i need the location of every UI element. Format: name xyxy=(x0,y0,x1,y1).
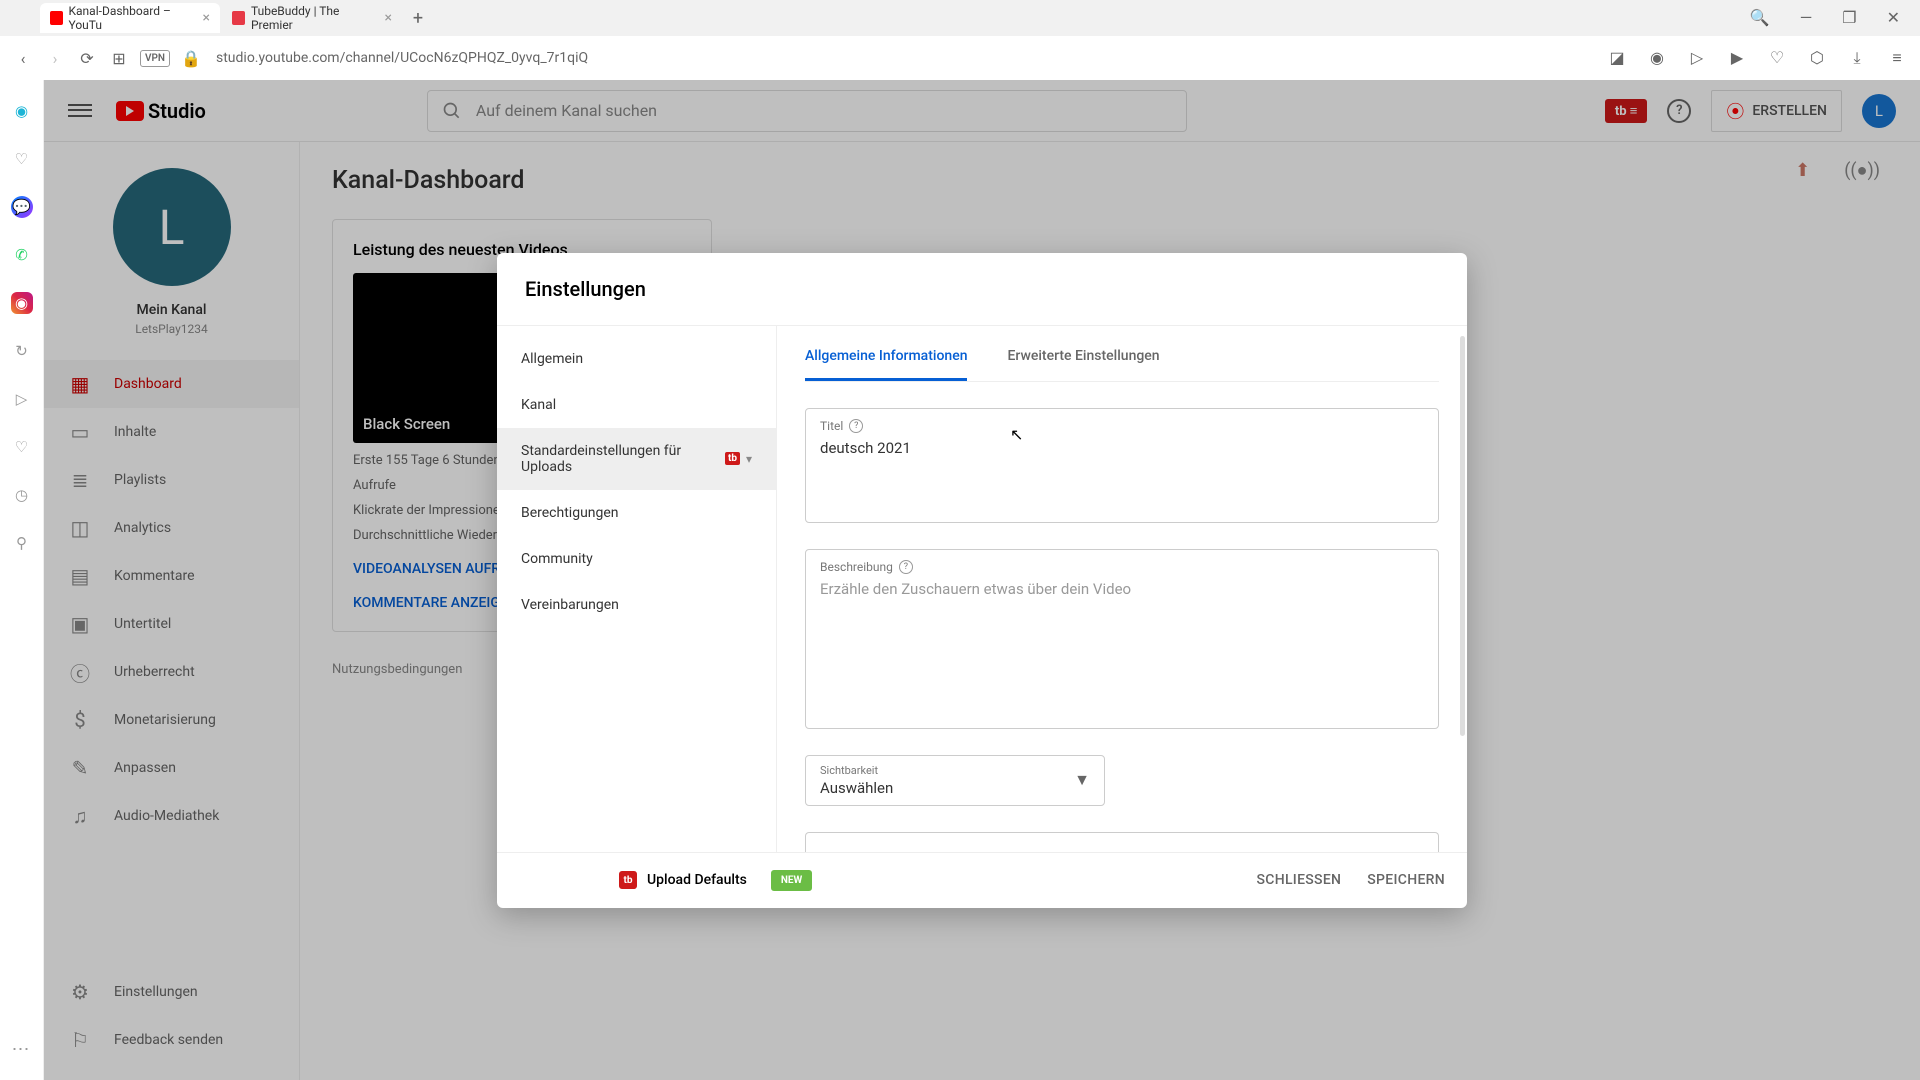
youtube-favicon-icon xyxy=(50,11,63,25)
upload-defaults-label[interactable]: Upload Defaults xyxy=(647,872,747,888)
dropdown-caret-icon: ▼ xyxy=(1074,770,1090,790)
modal-side-channel[interactable]: Kanal xyxy=(497,382,776,428)
modal-side-label: Berechtigungen xyxy=(521,505,619,521)
easy-setup-icon[interactable]: ≡ xyxy=(1886,48,1908,68)
tab-label: TubeBuddy | The Premier xyxy=(251,4,375,32)
browser-tab-youtube[interactable]: Kanal-Dashboard – YouTu × xyxy=(40,3,220,33)
help-tooltip-icon[interactable]: ? xyxy=(849,419,863,433)
browser-tab-tubebuddy[interactable]: TubeBuddy | The Premier × xyxy=(222,3,402,33)
chevron-down-icon: ▾ xyxy=(746,452,752,466)
title-input[interactable] xyxy=(820,439,1424,457)
tab-close-icon[interactable]: × xyxy=(385,10,392,26)
modal-side-general[interactable]: Allgemein xyxy=(497,336,776,382)
modal-side-label: Allgemein xyxy=(521,351,583,367)
bookmark-sidebar-icon[interactable]: ♡ xyxy=(11,148,33,170)
new-badge: NEW xyxy=(771,870,812,891)
maximize-icon[interactable]: ❐ xyxy=(1842,8,1856,27)
close-button[interactable]: SCHLIESSEN xyxy=(1257,872,1342,888)
search-app-icon[interactable]: 🔍 xyxy=(1750,8,1770,27)
visibility-select[interactable]: Sichtbarkeit Auswählen ▼ xyxy=(805,755,1105,806)
player-sidebar-icon[interactable]: ▷ xyxy=(11,388,33,410)
tab-advanced[interactable]: Erweiterte Einstellungen xyxy=(1007,326,1159,381)
save-button[interactable]: SPEICHERN xyxy=(1367,872,1445,888)
settings-modal: Einstellungen Allgemein Kanal Standardei… xyxy=(497,253,1467,908)
opera-app1-icon[interactable]: ◉ xyxy=(11,100,33,122)
back-icon[interactable]: ‹ xyxy=(12,49,34,68)
screenshot-icon[interactable]: ◉ xyxy=(1646,48,1668,68)
visibility-value: Auswählen xyxy=(820,779,893,797)
help-tooltip-icon[interactable]: ? xyxy=(899,560,913,574)
tubebuddy-mini-icon: tb xyxy=(725,452,740,465)
address-bar: ‹ › ⟳ ⊞ VPN 🔒 studio.youtube.com/channel… xyxy=(0,36,1920,80)
modal-side-label: Standardeinstellungen für Uploads xyxy=(521,443,725,475)
download-icon[interactable]: ⤓ xyxy=(1846,48,1868,68)
youtube-studio: Studio Auf deinem Kanal suchen tb ≡ ? ⦿ … xyxy=(44,80,1920,1080)
browser-chrome: 🔍 — ❐ ✕ Kanal-Dashboard – YouTu × TubeBu… xyxy=(0,0,1920,81)
minimize-icon[interactable]: — xyxy=(1800,8,1813,27)
modal-sidebar: Allgemein Kanal Standardeinstellungen fü… xyxy=(497,326,777,852)
modal-tabs: Allgemeine Informationen Erweiterte Eins… xyxy=(805,326,1439,382)
modal-side-label: Community xyxy=(521,551,593,567)
modal-side-agreements[interactable]: Vereinbarungen xyxy=(497,582,776,628)
heart-sidebar-icon[interactable]: ♡ xyxy=(11,436,33,458)
close-window-icon[interactable]: ✕ xyxy=(1887,8,1900,27)
title-label: Titel xyxy=(820,419,843,433)
modal-side-permissions[interactable]: Berechtigungen xyxy=(497,490,776,536)
scrollbar[interactable] xyxy=(1460,336,1465,736)
forward-icon[interactable]: › xyxy=(44,49,66,68)
instagram-icon[interactable]: ◉ xyxy=(11,292,33,314)
whatsapp-icon[interactable]: ✆ xyxy=(11,244,33,266)
tab-basic-info[interactable]: Allgemeine Informationen xyxy=(805,326,967,381)
reload-icon[interactable]: ⟳ xyxy=(76,49,98,68)
sidebar-more-icon[interactable]: ⋯ xyxy=(12,1039,32,1060)
modal-side-community[interactable]: Community xyxy=(497,536,776,582)
modal-overlay: Einstellungen Allgemein Kanal Standardei… xyxy=(44,80,1920,1080)
window-controls: 🔍 — ❐ ✕ xyxy=(1730,0,1920,35)
modal-side-label: Vereinbarungen xyxy=(521,597,619,613)
speed-dial-icon[interactable]: ⊞ xyxy=(108,49,130,68)
new-tab-button[interactable]: + xyxy=(404,4,432,32)
cube-icon[interactable]: ⬡ xyxy=(1806,48,1828,68)
browser-tab-bar: Kanal-Dashboard – YouTu × TubeBuddy | Th… xyxy=(0,0,1920,36)
pinboards-icon[interactable]: ⚲ xyxy=(11,532,33,554)
ext3-icon[interactable]: ▶ xyxy=(1726,48,1748,68)
tab-close-icon[interactable]: × xyxy=(203,10,210,26)
url-text[interactable]: studio.youtube.com/channel/UCocN6zQPHQZ_… xyxy=(216,50,1592,66)
modal-side-label: Kanal xyxy=(521,397,556,413)
clock-sidebar-icon[interactable]: ◷ xyxy=(11,484,33,506)
description-field[interactable]: Beschreibung ? xyxy=(805,549,1439,729)
opera-sidebar: ◉ ♡ 💬 ✆ ◉ ↻ ▷ ♡ ◷ ⚲ ⋯ xyxy=(0,80,44,1080)
next-field-peek xyxy=(805,832,1439,852)
desc-label: Beschreibung xyxy=(820,560,893,574)
heart-icon[interactable]: ♡ xyxy=(1766,48,1788,68)
modal-title: Einstellungen xyxy=(497,253,1467,326)
vpn-badge[interactable]: VPN xyxy=(140,50,170,67)
ext2-icon[interactable]: ▷ xyxy=(1686,48,1708,68)
title-field[interactable]: Titel ? xyxy=(805,408,1439,523)
modal-side-uploads[interactable]: Standardeinstellungen für Uploads tb ▾ xyxy=(497,428,776,490)
history-sidebar-icon[interactable]: ↻ xyxy=(11,340,33,362)
tab-label: Kanal-Dashboard – YouTu xyxy=(69,4,193,32)
messenger-icon[interactable]: 💬 xyxy=(11,196,33,218)
modal-main: Allgemeine Informationen Erweiterte Eins… xyxy=(777,326,1467,852)
lock-icon[interactable]: 🔒 xyxy=(180,49,202,68)
description-input[interactable] xyxy=(820,580,1424,688)
modal-footer: tb Upload Defaults NEW SCHLIESSEN SPEICH… xyxy=(497,852,1467,908)
tubebuddy-favicon-icon xyxy=(232,11,245,25)
tubebuddy-footer-icon: tb xyxy=(619,871,637,889)
ext1-icon[interactable]: ◪ xyxy=(1606,48,1628,68)
visibility-label: Sichtbarkeit xyxy=(820,764,893,777)
